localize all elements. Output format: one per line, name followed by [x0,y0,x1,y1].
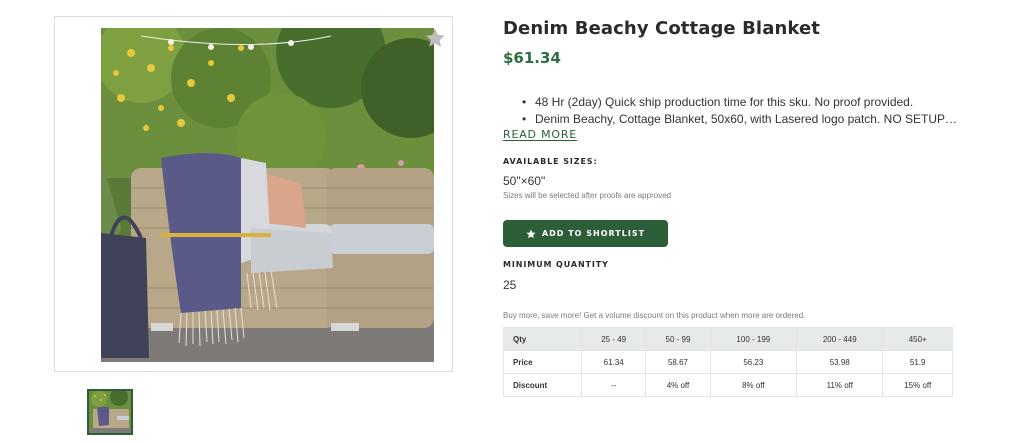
table-header-cell: 450+ [882,327,953,351]
table-cell: 11% off [796,373,884,397]
table-cell: 58.67 [645,350,711,374]
size-note: Sizes will be selected after proofs are … [503,191,672,200]
volume-pricing-table: Qty 25 - 49 50 - 99 100 - 199 200 - 449 … [503,327,953,397]
product-price: $61.34 [503,49,561,67]
table-row: Discount -- 4% off 8% off 11% off 15% of… [503,373,953,397]
table-cell: 15% off [882,373,953,397]
star-icon [526,229,536,238]
table-cell: Discount [503,373,582,397]
table-header-cell: 100 - 199 [709,327,798,351]
product-description-list: 48 Hr (2day) Quick ship production time … [522,94,962,128]
table-header-row: Qty 25 - 49 50 - 99 100 - 199 200 - 449 … [503,327,953,351]
table-header-cell: 25 - 49 [580,327,647,351]
table-cell: 51.9 [882,350,953,374]
table-header-cell: Qty [503,327,582,351]
description-bullet: 48 Hr (2day) Quick ship production time … [522,94,962,111]
size-value: 50"×60" [503,174,546,188]
available-sizes-label: AVAILABLE SIZES: [503,157,598,166]
table-cell: 61.34 [580,350,647,374]
table-cell: 53.98 [796,350,884,374]
read-more-link[interactable]: READ MORE [503,128,577,141]
add-to-shortlist-label: ADD TO SHORTLIST [541,229,646,238]
volume-discount-note: Buy more, save more! Get a volume discou… [503,311,806,320]
product-main-image [101,28,434,362]
table-header-cell: 50 - 99 [645,327,711,351]
table-header-cell: 200 - 449 [796,327,884,351]
description-bullet: Denim Beachy, Cottage Blanket, 50x60, wi… [522,111,962,128]
add-to-shortlist-button[interactable]: ADD TO SHORTLIST [503,220,668,247]
product-thumbnail[interactable] [87,389,133,435]
table-row: Price 61.34 58.67 56.23 53.98 51.9 [503,350,953,374]
table-cell: -- [580,373,647,397]
minimum-quantity-value: 25 [503,278,517,292]
table-cell: 8% off [709,373,798,397]
table-cell: 56.23 [709,350,798,374]
favorite-star-icon[interactable] [425,28,445,48]
table-cell: Price [503,350,582,374]
product-title: Denim Beachy Cottage Blanket [503,18,820,39]
table-cell: 4% off [645,373,711,397]
minimum-quantity-label: MINIMUM QUANTITY [503,260,609,269]
product-gallery [54,16,453,372]
